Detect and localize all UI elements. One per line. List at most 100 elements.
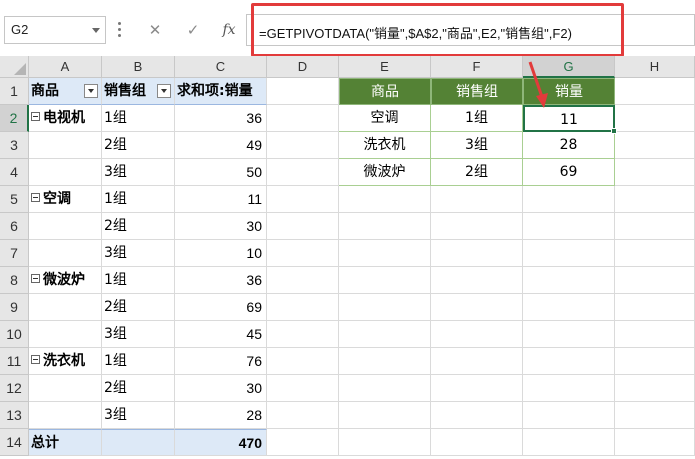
cell-blank[interactable]	[615, 294, 695, 321]
cell-blank[interactable]	[615, 240, 695, 267]
cell-blank[interactable]	[523, 267, 615, 294]
cell-blank[interactable]	[339, 348, 431, 375]
pivot-value-cell[interactable]: 76	[175, 348, 267, 375]
column-header-g[interactable]: G	[523, 56, 615, 78]
row-header-3[interactable]: 3	[0, 132, 29, 159]
cell-blank[interactable]	[339, 186, 431, 213]
cell-blank[interactable]	[615, 132, 695, 159]
row-header-13[interactable]: 13	[0, 402, 29, 429]
lookup-cell[interactable]: 1组	[431, 105, 523, 132]
cell-blank[interactable]	[431, 429, 523, 456]
cell-blank[interactable]	[615, 402, 695, 429]
spreadsheet-grid[interactable]: A B C D E F G H 1 2 3 4 5 6 7 8 9 10 11 12 13 14 商品 销售组 求和项:销量 电视…	[0, 56, 695, 459]
lookup-cell[interactable]: 3组	[431, 132, 523, 159]
cell-blank[interactable]	[267, 78, 339, 105]
pivot-group-cell[interactable]: 微波炉	[29, 267, 102, 294]
row-header-1[interactable]: 1	[0, 78, 29, 105]
pivot-value-cell[interactable]: 28	[175, 402, 267, 429]
row-header-9[interactable]: 9	[0, 294, 29, 321]
cell-blank[interactable]	[267, 429, 339, 456]
cell-blank[interactable]	[431, 294, 523, 321]
cell-blank[interactable]	[431, 213, 523, 240]
cell-blank[interactable]	[523, 402, 615, 429]
cell-blank[interactable]	[267, 375, 339, 402]
cell-blank[interactable]	[339, 321, 431, 348]
collapse-icon[interactable]	[31, 355, 40, 364]
cell-blank[interactable]	[29, 402, 102, 429]
cell-blank[interactable]	[523, 186, 615, 213]
cell-blank[interactable]	[267, 267, 339, 294]
pivot-value-cell[interactable]: 36	[175, 267, 267, 294]
lookup-header-cell[interactable]: 销售组	[431, 78, 523, 105]
column-header-a[interactable]: A	[29, 56, 102, 78]
pivot-salesgroup-cell[interactable]: 2组	[102, 294, 175, 321]
lookup-cell[interactable]: 28	[523, 132, 615, 159]
lookup-cell[interactable]: 空调	[339, 105, 431, 132]
cell-blank[interactable]	[523, 213, 615, 240]
pivot-salesgroup-cell[interactable]: 1组	[102, 267, 175, 294]
cell-blank[interactable]	[615, 159, 695, 186]
cell-blank[interactable]	[431, 267, 523, 294]
pivot-salesgroup-cell[interactable]: 2组	[102, 213, 175, 240]
cell-blank[interactable]	[339, 429, 431, 456]
row-header-14[interactable]: 14	[0, 429, 29, 456]
column-header-d[interactable]: D	[267, 56, 339, 78]
cell-blank[interactable]	[615, 348, 695, 375]
fill-handle[interactable]	[611, 128, 617, 134]
select-all-corner[interactable]	[0, 56, 29, 78]
cell-blank[interactable]	[267, 321, 339, 348]
column-header-h[interactable]: H	[615, 56, 695, 78]
lookup-cell[interactable]: 洗衣机	[339, 132, 431, 159]
collapse-icon[interactable]	[31, 112, 40, 121]
pivot-header-cell[interactable]: 求和项:销量	[175, 78, 267, 105]
pivot-total-blank[interactable]	[102, 429, 175, 456]
column-header-b[interactable]: B	[102, 56, 175, 78]
name-box[interactable]: G2	[4, 16, 106, 44]
lookup-header-cell[interactable]: 商品	[339, 78, 431, 105]
row-header-2[interactable]: 2	[0, 105, 29, 132]
cell-blank[interactable]	[267, 402, 339, 429]
cell-blank[interactable]	[267, 159, 339, 186]
pivot-group-cell[interactable]: 洗衣机	[29, 348, 102, 375]
check-icon[interactable]: ✓	[180, 18, 206, 42]
active-cell-g2[interactable]: 11	[523, 105, 615, 132]
pivot-value-cell[interactable]: 69	[175, 294, 267, 321]
pivot-value-cell[interactable]: 30	[175, 213, 267, 240]
pivot-group-cell[interactable]: 空调	[29, 186, 102, 213]
pivot-value-cell[interactable]: 50	[175, 159, 267, 186]
cancel-icon[interactable]: ✕	[142, 18, 168, 42]
column-header-e[interactable]: E	[339, 56, 431, 78]
cell-blank[interactable]	[523, 375, 615, 402]
collapse-icon[interactable]	[31, 274, 40, 283]
function-icon[interactable]: fx	[216, 18, 242, 42]
pivot-value-cell[interactable]: 10	[175, 240, 267, 267]
lookup-cell[interactable]: 2组	[431, 159, 523, 186]
cell-blank[interactable]	[267, 186, 339, 213]
cell-blank[interactable]	[339, 267, 431, 294]
pivot-total-label[interactable]: 总计	[29, 429, 102, 456]
pivot-value-cell[interactable]: 49	[175, 132, 267, 159]
cell-blank[interactable]	[267, 294, 339, 321]
column-header-c[interactable]: C	[175, 56, 267, 78]
cell-blank[interactable]	[431, 402, 523, 429]
cell-blank[interactable]	[267, 348, 339, 375]
column-header-f[interactable]: F	[431, 56, 523, 78]
cell-blank[interactable]	[29, 213, 102, 240]
cell-blank[interactable]	[431, 321, 523, 348]
cell-blank[interactable]	[615, 321, 695, 348]
cell-blank[interactable]	[339, 294, 431, 321]
lookup-cell[interactable]: 微波炉	[339, 159, 431, 186]
cell-blank[interactable]	[615, 375, 695, 402]
chevron-down-icon[interactable]	[92, 28, 100, 33]
pivot-header-cell[interactable]: 商品	[29, 78, 102, 105]
cell-blank[interactable]	[29, 159, 102, 186]
row-header-6[interactable]: 6	[0, 213, 29, 240]
row-header-11[interactable]: 11	[0, 348, 29, 375]
pivot-group-cell[interactable]: 电视机	[29, 105, 102, 132]
pivot-salesgroup-cell[interactable]: 3组	[102, 321, 175, 348]
cell-blank[interactable]	[615, 105, 695, 132]
cell-blank[interactable]	[431, 375, 523, 402]
cell-blank[interactable]	[339, 213, 431, 240]
pivot-value-cell[interactable]: 11	[175, 186, 267, 213]
cell-blank[interactable]	[523, 240, 615, 267]
